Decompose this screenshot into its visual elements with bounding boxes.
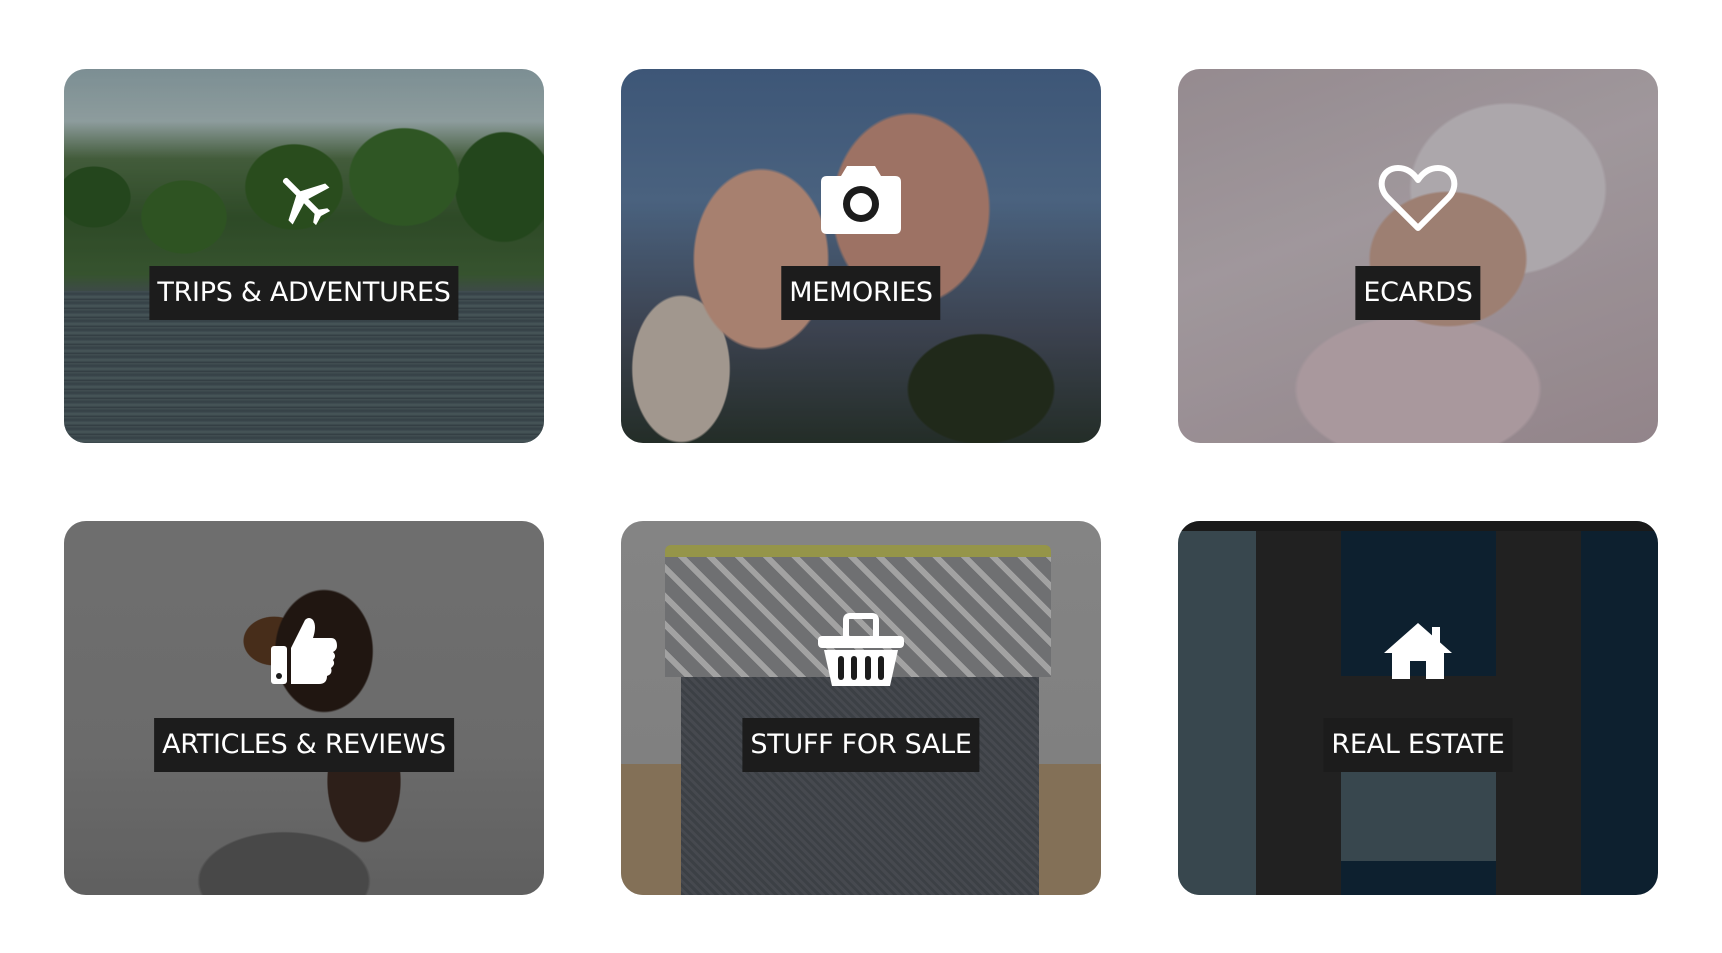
category-label: STUFF FOR SALE: [742, 718, 980, 772]
thumbs-up-icon: [256, 613, 352, 689]
category-label: ARTICLES & REVIEWS: [154, 718, 454, 772]
category-tile-stuff-for-sale[interactable]: STUFF FOR SALE: [621, 521, 1101, 895]
category-label: MEMORIES: [781, 266, 941, 320]
category-grid: TRIPS & ADVENTURES MEMORIES ECARDS ARTIC…: [64, 69, 1658, 895]
category-tile-real-estate[interactable]: REAL ESTATE: [1178, 521, 1658, 895]
house-icon: [1370, 613, 1466, 689]
tile-overlay: [64, 521, 544, 895]
category-tile-memories[interactable]: MEMORIES: [621, 69, 1101, 443]
camera-icon: [813, 161, 909, 237]
tile-overlay: [1178, 69, 1658, 443]
category-tile-ecards[interactable]: ECARDS: [1178, 69, 1658, 443]
tile-overlay: [621, 69, 1101, 443]
category-label: TRIPS & ADVENTURES: [149, 266, 459, 320]
category-label: REAL ESTATE: [1323, 718, 1513, 772]
category-tile-trips-adventures[interactable]: TRIPS & ADVENTURES: [64, 69, 544, 443]
tile-overlay: [621, 521, 1101, 895]
category-tile-articles-reviews[interactable]: ARTICLES & REVIEWS: [64, 521, 544, 895]
tile-overlay: [64, 69, 544, 443]
category-label: ECARDS: [1355, 266, 1481, 320]
shopping-basket-icon: [813, 613, 909, 689]
heart-icon: [1370, 161, 1466, 237]
tile-overlay: [1178, 521, 1658, 895]
airplane-icon: [256, 161, 352, 237]
